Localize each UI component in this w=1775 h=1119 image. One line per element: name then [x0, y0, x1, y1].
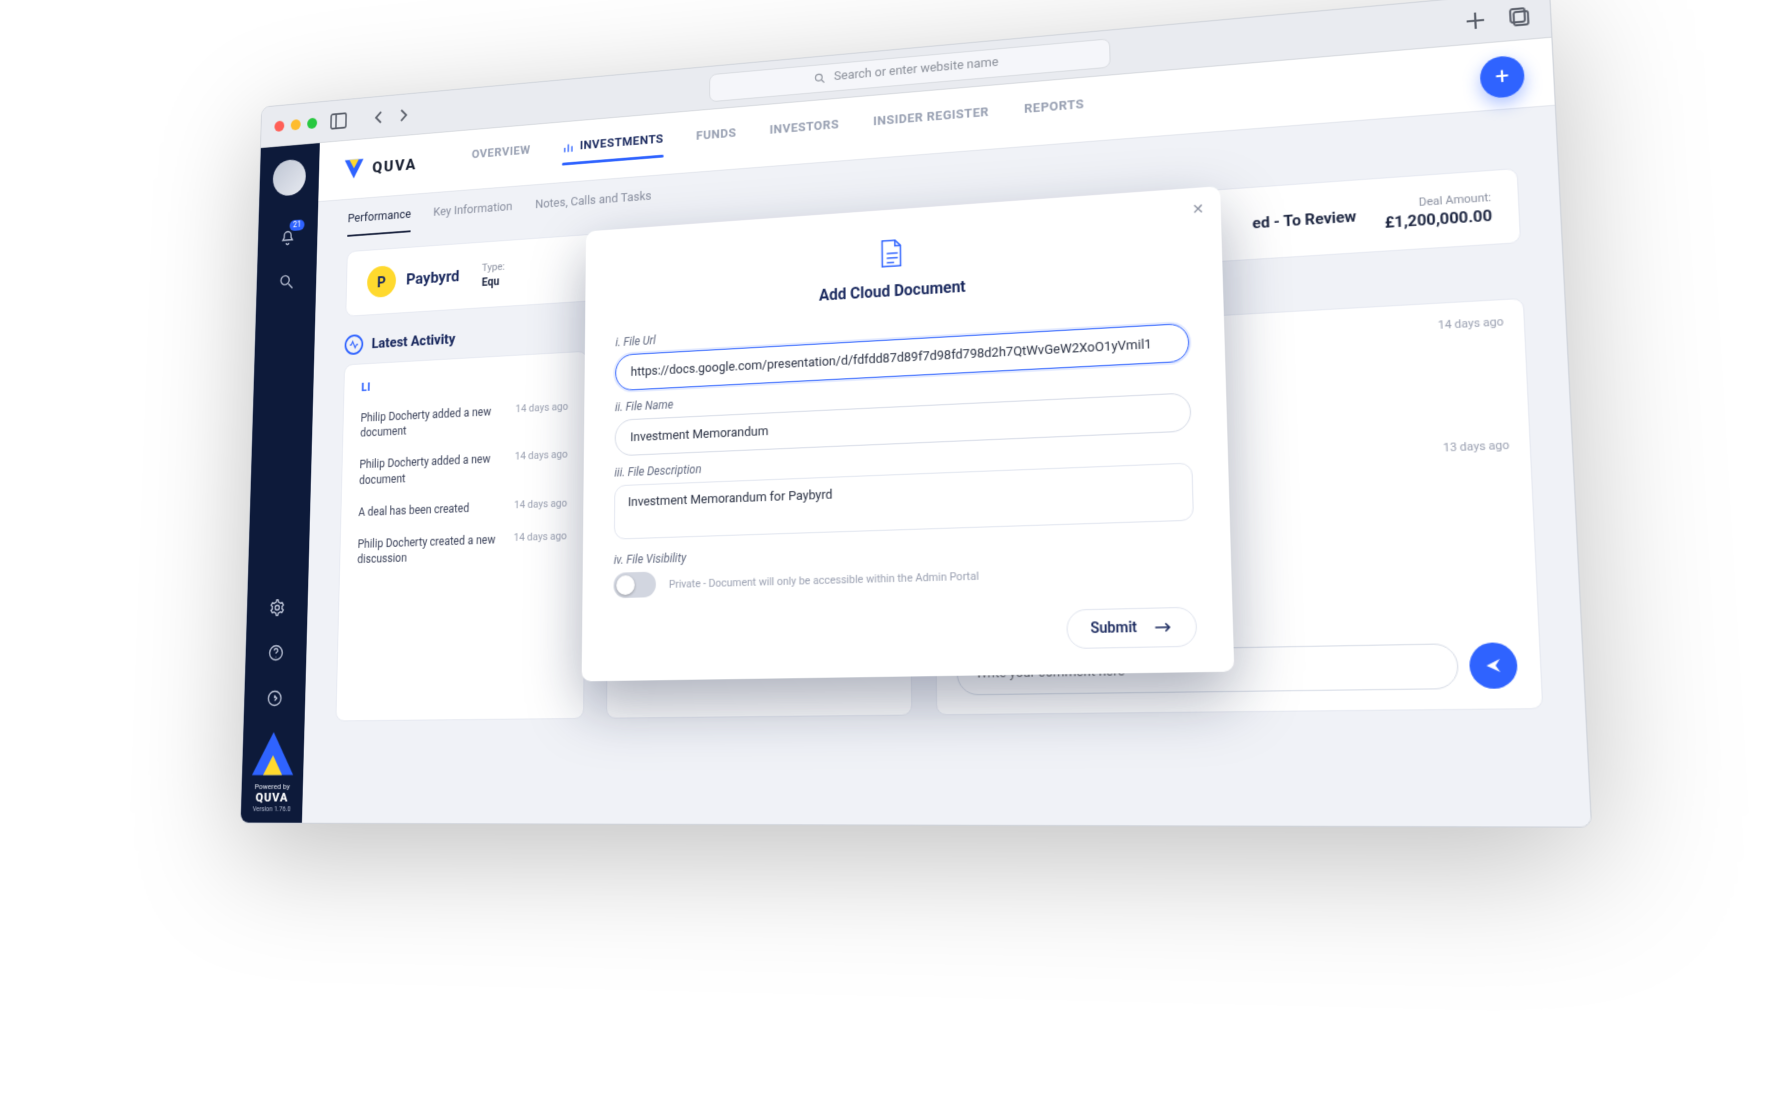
nav-reports[interactable]: REPORTS: [1024, 97, 1084, 126]
log-time: 14 days ago: [514, 497, 567, 511]
powered-by-label: Powered by: [254, 782, 289, 791]
latest-activity-label: Latest Activity: [371, 330, 455, 352]
deal-avatar: P: [366, 265, 395, 298]
log-time: 14 days ago: [513, 529, 566, 543]
close-icon[interactable]: ✕: [1191, 201, 1204, 218]
close-window-button[interactable]: [274, 120, 284, 131]
tabs-overview-button[interactable]: [1505, 3, 1533, 30]
logo: QUVA: [342, 151, 417, 182]
log-item: A deal has been created 14 days ago: [358, 497, 567, 520]
activity-icon: [344, 334, 363, 355]
nav-funds[interactable]: FUNDS: [696, 126, 736, 153]
help-button[interactable]: [260, 636, 291, 671]
log-text: Philip Docherty added a new document: [359, 451, 503, 488]
maximize-window-button[interactable]: [307, 117, 317, 129]
log-item: Philip Docherty added a new document 14 d…: [359, 448, 568, 487]
visibility-description: Private - Document will only be accessib…: [668, 569, 978, 590]
log-time: 14 days ago: [515, 400, 568, 415]
submit-button[interactable]: Submit: [1066, 607, 1197, 649]
nav-insider-register[interactable]: INSIDER REGISTER: [873, 105, 989, 139]
notifications-button[interactable]: 21: [272, 221, 303, 256]
minimize-window-button[interactable]: [290, 119, 300, 130]
log-item: Philip Docherty added a new document 14 d…: [360, 400, 568, 441]
browser-window: Search or enter website name 21: [239, 0, 1591, 828]
settings-button[interactable]: [261, 590, 292, 625]
logout-button[interactable]: [259, 681, 290, 716]
send-button[interactable]: [1468, 642, 1518, 689]
tab-notes-calls-tasks[interactable]: Notes, Calls and Tasks: [534, 189, 651, 223]
address-placeholder: Search or enter website name: [833, 55, 998, 84]
nav-overview[interactable]: OVERVIEW: [471, 143, 530, 171]
send-icon: [1483, 657, 1502, 675]
visibility-toggle[interactable]: [613, 572, 656, 599]
log-time: 14 days ago: [514, 448, 567, 463]
search-button[interactable]: [271, 264, 302, 299]
add-fab-button[interactable]: +: [1479, 55, 1525, 100]
nav-investments-label: INVESTMENTS: [579, 132, 663, 153]
submit-label: Submit: [1090, 619, 1137, 637]
log-item: Philip Docherty created a new discussion…: [357, 529, 567, 567]
notification-badge: 21: [289, 219, 304, 231]
tab-performance[interactable]: Performance: [347, 208, 411, 237]
forward-button[interactable]: [393, 103, 414, 126]
log-text: Philip Docherty created a new discussion: [357, 532, 501, 567]
chart-icon: [562, 140, 574, 154]
deal-type-value: Equ: [481, 274, 504, 288]
discussion-time: 14 days ago: [1437, 315, 1503, 332]
deal-status: ed - To Review: [1252, 207, 1357, 232]
traffic-lights: [274, 117, 317, 131]
arrow-right-icon: [1153, 620, 1172, 635]
avatar[interactable]: [272, 158, 306, 196]
add-cloud-document-modal: ✕ Add Cloud Document i. File Url ii. Fil…: [581, 186, 1234, 681]
log-text: Philip Docherty added a new document: [360, 403, 503, 440]
brand-mark-icon: [248, 727, 297, 781]
sidebar-toggle-icon[interactable]: [328, 109, 348, 132]
activity-card-head: LI: [361, 370, 568, 394]
back-button[interactable]: [368, 105, 389, 128]
activity-log-card: LI Philip Docherty added a new document 1…: [335, 351, 587, 722]
discussion-time: 13 days ago: [1442, 438, 1509, 455]
tab-key-information[interactable]: Key Information: [432, 200, 512, 231]
log-text: A deal has been created: [358, 499, 502, 520]
logo-mark-icon: [342, 156, 366, 183]
version-label: Version 1.76.0: [252, 805, 290, 813]
logo-text: QUVA: [372, 155, 417, 177]
brand-foot: QUVA: [255, 791, 288, 805]
deal-type-label: Type:: [481, 260, 504, 274]
nav-investors[interactable]: INVESTORS: [769, 118, 839, 147]
search-icon: [813, 71, 826, 85]
nav-investments[interactable]: INVESTMENTS: [561, 132, 663, 163]
new-tab-button[interactable]: [1461, 7, 1488, 34]
deal-name: Paybyrd: [405, 267, 459, 289]
main-panel: QUVA OVERVIEW INVESTMENTS FUNDS INVESTOR…: [301, 38, 1590, 827]
